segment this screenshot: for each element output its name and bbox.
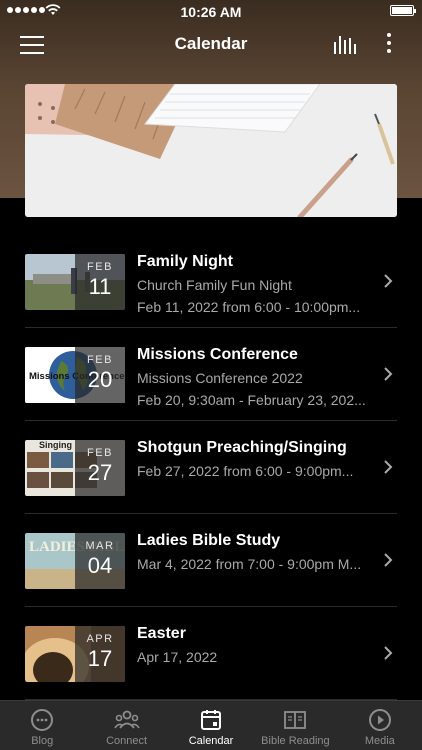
event-title: Missions Conference xyxy=(137,346,298,363)
event-month: MAR xyxy=(85,540,115,552)
event-date-range: Feb 27, 2022 from 6:00 - 9:00pm... xyxy=(137,463,354,479)
event-thumbnail: FEB 11 xyxy=(25,254,125,310)
tab-blog[interactable]: Blog xyxy=(0,701,84,750)
hero-image xyxy=(25,84,397,217)
tab-bible-reading[interactable]: Bible Reading xyxy=(253,701,337,750)
status-bar: 10:26 AM xyxy=(0,0,422,24)
battery-icon xyxy=(390,5,416,16)
event-thumbnail: Singing FEB 27 xyxy=(25,440,125,496)
date-badge: APR 17 xyxy=(75,626,125,682)
event-day: 20 xyxy=(87,367,113,392)
date-badge: FEB 11 xyxy=(75,254,125,310)
play-circle-icon xyxy=(368,709,391,731)
event-title: Shotgun Preaching/Singing xyxy=(137,439,347,456)
event-list: FEB 11 Family Night Church Family Fun Ni… xyxy=(25,235,397,700)
event-thumbnail: LADIES BIBLE MAR 04 xyxy=(25,533,125,589)
status-time: 10:26 AM xyxy=(180,4,242,20)
event-day: 27 xyxy=(87,460,113,485)
event-day: 04 xyxy=(87,553,113,578)
event-row-ladies-bible-study[interactable]: LADIES BIBLE MAR 04 Ladies Bible Study M… xyxy=(25,514,397,607)
event-day: 17 xyxy=(87,646,113,671)
chevron-right-icon xyxy=(384,367,393,381)
event-date: Apr 17, 2022 xyxy=(137,649,218,665)
event-title: Family Night xyxy=(137,253,234,270)
date-badge: FEB 27 xyxy=(75,440,125,496)
tab-calendar[interactable]: Calendar xyxy=(169,701,253,750)
event-date-range: Mar 4, 2022 from 7:00 - 9:00pm M... xyxy=(137,556,362,572)
chevron-right-icon xyxy=(384,274,393,288)
bar-chart-icon[interactable] xyxy=(333,34,357,54)
event-title: Ladies Bible Study xyxy=(137,532,281,549)
chevron-right-icon xyxy=(384,460,393,474)
date-badge: FEB 20 xyxy=(75,347,125,403)
tab-label: Calendar xyxy=(188,735,234,747)
event-date-range: Feb 20, 9:30am - February 23, 202... xyxy=(137,392,366,408)
event-date-range: Feb 11, 2022 from 6:00 - 10:00pm... xyxy=(137,299,361,315)
event-row-family-night[interactable]: FEB 11 Family Night Church Family Fun Ni… xyxy=(25,235,397,328)
tab-connect[interactable]: Connect xyxy=(84,701,168,750)
event-subtitle: Church Family Fun Night xyxy=(137,277,292,293)
tab-label: Connect xyxy=(106,735,148,747)
tab-media[interactable]: Media xyxy=(338,701,422,750)
tab-label: Blog xyxy=(31,735,54,747)
event-title: Easter xyxy=(137,625,186,642)
calendar-icon xyxy=(201,710,222,730)
tab-bar: Blog Connect Calendar Bible Reading Medi… xyxy=(0,700,422,750)
event-month: FEB xyxy=(87,354,113,366)
page-title: Calendar xyxy=(174,34,248,53)
thumbnail-caption: Singing xyxy=(39,440,72,450)
tab-label: Bible Reading xyxy=(261,735,330,747)
event-month: FEB xyxy=(87,447,113,459)
event-day: 11 xyxy=(88,274,112,299)
event-subtitle: Missions Conference 2022 xyxy=(137,370,303,386)
chevron-right-icon xyxy=(384,553,393,567)
event-row-shotgun-preaching[interactable]: Singing FEB 27 Shotgun Preaching/Singing… xyxy=(25,421,397,514)
event-month: APR xyxy=(86,633,114,645)
tab-label: Media xyxy=(364,735,395,747)
event-row-easter[interactable]: APR 17 Easter Apr 17, 2022 xyxy=(25,607,397,700)
event-thumbnail: Missions Conference FEB 20 xyxy=(25,347,125,403)
event-row-missions-conference[interactable]: Missions Conference FEB 20 Missions Conf… xyxy=(25,328,397,421)
more-options-icon[interactable] xyxy=(384,33,394,55)
date-badge: MAR 04 xyxy=(75,533,125,589)
people-icon xyxy=(113,710,140,729)
event-thumbnail: APR 17 xyxy=(25,626,125,682)
chat-bubble-icon xyxy=(31,709,54,731)
event-month: FEB xyxy=(87,261,113,273)
chevron-right-icon xyxy=(384,646,393,660)
book-icon xyxy=(284,711,307,729)
app-header: Calendar xyxy=(0,24,422,68)
